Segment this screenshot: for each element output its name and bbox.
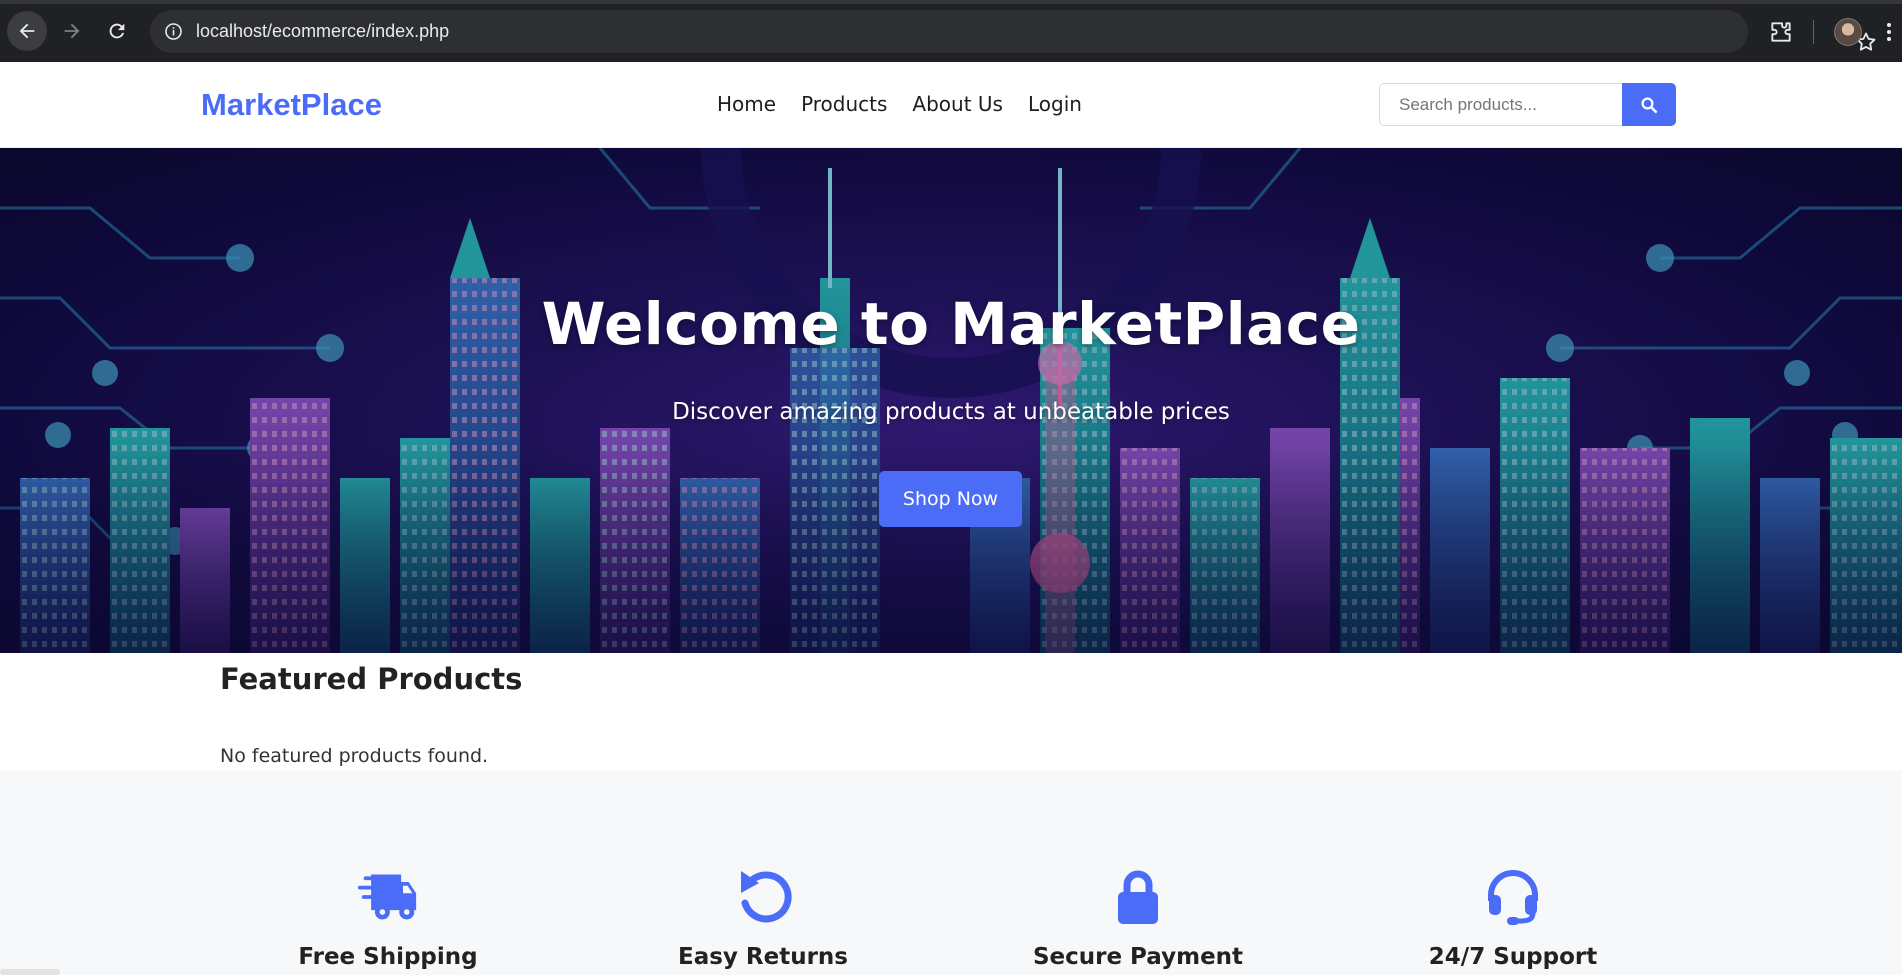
search-input[interactable]: [1379, 83, 1622, 126]
nav-link-home[interactable]: Home: [717, 92, 776, 116]
info-icon[interactable]: [164, 22, 183, 41]
feature-label: Secure Payment: [1032, 944, 1244, 970]
featured-products-section: Featured Products No featured products f…: [0, 653, 1902, 771]
search-icon: [1641, 97, 1658, 113]
hero-banner: Welcome to MarketPlace Discover amazing …: [0, 148, 1902, 653]
site-header: MarketPlace Home Products About Us Login: [0, 62, 1902, 148]
main-nav: Home Products About Us Login: [717, 92, 1082, 116]
back-arrow-icon: [19, 23, 35, 39]
horizontal-scroll-indicator[interactable]: [0, 969, 60, 975]
profile-avatar[interactable]: [1834, 18, 1862, 46]
feature-label: Free Shipping: [298, 944, 478, 970]
shop-now-button[interactable]: Shop Now: [879, 471, 1022, 527]
undo-icon: [741, 871, 792, 923]
brand-logo[interactable]: MarketPlace: [201, 87, 382, 123]
search-form: [1379, 83, 1676, 126]
hero-subtitle: Discover amazing products at unbeatable …: [672, 399, 1230, 425]
headset-icon: [1488, 870, 1538, 925]
forward-button[interactable]: [52, 11, 92, 51]
nav-link-login[interactable]: Login: [1028, 92, 1082, 116]
search-button[interactable]: [1622, 83, 1676, 126]
nav-link-products[interactable]: Products: [801, 92, 887, 116]
featured-products-title: Featured Products: [220, 662, 523, 696]
reload-button[interactable]: [97, 11, 137, 51]
features-section: Free Shipping Easy Returns Secure Paymen…: [0, 771, 1902, 975]
url-text[interactable]: localhost/ecommerce/index.php: [196, 21, 449, 42]
hero-title: Welcome to MarketPlace: [541, 290, 1361, 358]
lock-icon: [1118, 870, 1158, 924]
nav-link-about-us[interactable]: About Us: [912, 92, 1003, 116]
forward-arrow-icon: [64, 23, 80, 39]
reload-icon: [109, 23, 125, 39]
kebab-menu-icon[interactable]: [1884, 20, 1894, 44]
feature-label: 24/7 Support: [1428, 944, 1598, 970]
toolbar-divider: [1813, 20, 1814, 44]
tab-strip-edge: [0, 0, 1902, 4]
back-button[interactable]: [7, 11, 47, 51]
address-bar[interactable]: localhost/ecommerce/index.php: [150, 10, 1876, 53]
browser-toolbar: localhost/ecommerce/index.php: [0, 0, 1902, 62]
truck-icon: [358, 874, 417, 920]
extensions-icon[interactable]: [1768, 19, 1794, 45]
feature-label: Easy Returns: [677, 944, 848, 970]
featured-empty-message: No featured products found.: [220, 745, 489, 767]
